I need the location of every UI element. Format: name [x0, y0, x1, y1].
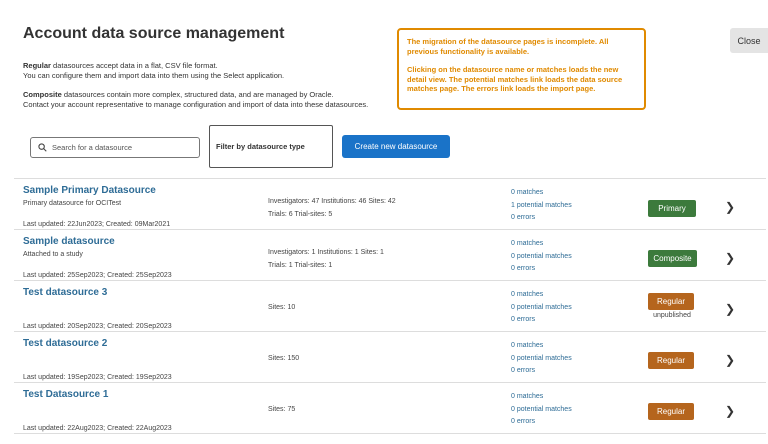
matches-link[interactable]: 0 matches — [511, 391, 572, 404]
page-title: Account data source management — [23, 25, 285, 42]
search-placeholder: Search for a datasource — [52, 143, 133, 152]
datasource-type-badge: Regular — [648, 352, 694, 369]
datasource-name-link[interactable]: Test Datasource 1 — [23, 389, 108, 400]
stats-line-1: Sites: 150 — [268, 355, 300, 362]
datasource-links: 0 matches 1 potential matches 0 errors — [511, 187, 572, 225]
datasource-dates: Last updated: 22Jun2023; Created: 09Mar2… — [23, 221, 171, 228]
errors-link[interactable]: 0 errors — [511, 314, 572, 327]
datasource-type-badge: Regular — [648, 403, 694, 420]
stats-line-2: Trials: 6 Trial-sites: 5 — [268, 211, 333, 218]
regular-line1: datasources accept data in a flat, CSV f… — [50, 61, 218, 70]
search-icon — [38, 143, 47, 152]
chevron-right-icon[interactable]: ❯ — [725, 302, 735, 316]
chevron-right-icon[interactable]: ❯ — [725, 251, 735, 265]
matches-link[interactable]: 0 matches — [511, 187, 572, 200]
regular-term: Regular — [23, 61, 51, 70]
composite-term: Composite — [23, 90, 62, 99]
stats-line-1: Sites: 10 — [268, 304, 296, 311]
chevron-right-icon[interactable]: ❯ — [725, 353, 735, 367]
datasource-row: Test datasource 3 Last updated: 20Sep202… — [14, 281, 766, 332]
datasource-stats: Sites: 150 — [268, 352, 299, 365]
unpublished-label: unpublished — [653, 312, 691, 319]
stats-line-1: Investigators: 47 Institutions: 46 Sites… — [268, 198, 396, 205]
notice-paragraph-2: Clicking on the datasource name or match… — [407, 65, 623, 93]
errors-link[interactable]: 0 errors — [511, 365, 572, 378]
matches-link[interactable]: 0 matches — [511, 340, 572, 353]
datasource-links: 0 matches 0 potential matches 0 errors — [511, 238, 572, 276]
potential-matches-link[interactable]: 0 potential matches — [511, 302, 572, 315]
errors-link[interactable]: 0 errors — [511, 212, 572, 225]
datasource-dates: Last updated: 19Sep2023; Created: 19Sep2… — [23, 374, 172, 381]
datasource-type-badge: Composite — [648, 250, 697, 267]
datasource-type-badge: Regular — [648, 293, 694, 310]
datasource-name-link[interactable]: Test datasource 3 — [23, 287, 107, 298]
datasource-subtitle: Primary datasource for OCITest — [23, 200, 122, 207]
datasource-dates: Last updated: 22Aug2023; Created: 22Aug2… — [23, 425, 172, 432]
datasource-dates: Last updated: 25Sep2023; Created: 25Sep2… — [23, 272, 172, 279]
errors-link[interactable]: 0 errors — [511, 416, 572, 429]
composite-description: Composite datasources contain more compl… — [23, 90, 368, 110]
potential-matches-link[interactable]: 0 potential matches — [511, 251, 572, 264]
datasource-links: 0 matches 0 potential matches 0 errors — [511, 391, 572, 429]
datasource-row: Sample datasource Attached to a study La… — [14, 230, 766, 281]
datasource-stats: Sites: 75 — [268, 403, 295, 416]
stats-line-1: Investigators: 1 Institutions: 1 Sites: … — [268, 249, 384, 256]
datasource-dates: Last updated: 20Sep2023; Created: 20Sep2… — [23, 323, 172, 330]
stats-line-1: Sites: 75 — [268, 406, 296, 413]
potential-matches-link[interactable]: 1 potential matches — [511, 200, 572, 213]
regular-line2: You can configure them and import data i… — [23, 71, 285, 80]
stats-line-2: Trials: 1 Trial-sites: 1 — [268, 262, 333, 269]
composite-line1: datasources contain more complex, struct… — [61, 90, 334, 99]
datasource-links: 0 matches 0 potential matches 0 errors — [511, 340, 572, 378]
datasource-name-link[interactable]: Sample datasource — [23, 236, 115, 247]
regular-description: Regular datasources accept data in a fla… — [23, 61, 284, 81]
datasource-type-badge: Primary — [648, 200, 696, 217]
datasource-name-link[interactable]: Test datasource 2 — [23, 338, 107, 349]
notice-paragraph-1: The migration of the datasource pages is… — [407, 37, 609, 56]
datasource-subtitle: Attached to a study — [23, 251, 83, 258]
datasource-stats: Sites: 10 — [268, 301, 295, 314]
datasource-stats: Investigators: 47 Institutions: 46 Sites… — [268, 195, 396, 221]
datasource-row: Sample Primary Datasource Primary dataso… — [14, 179, 766, 230]
composite-line2: Contact your account representative to m… — [23, 100, 369, 109]
create-datasource-button[interactable]: Create new datasource — [342, 135, 450, 158]
matches-link[interactable]: 0 matches — [511, 238, 572, 251]
datasource-row: Test Datasource 1 Last updated: 22Aug202… — [14, 383, 766, 434]
datasource-row: Test datasource 2 Last updated: 19Sep202… — [14, 332, 766, 383]
matches-link[interactable]: 0 matches — [511, 289, 572, 302]
datasource-links: 0 matches 0 potential matches 0 errors — [511, 289, 572, 327]
datasource-name-link[interactable]: Sample Primary Datasource — [23, 185, 156, 196]
potential-matches-link[interactable]: 0 potential matches — [511, 353, 572, 366]
migration-notice: The migration of the datasource pages is… — [397, 28, 646, 110]
filter-by-type-dropdown[interactable]: Filter by datasource type — [209, 125, 333, 168]
search-input[interactable]: Search for a datasource — [30, 137, 200, 158]
potential-matches-link[interactable]: 0 potential matches — [511, 404, 572, 417]
chevron-right-icon[interactable]: ❯ — [725, 200, 735, 214]
datasource-stats: Investigators: 1 Institutions: 1 Sites: … — [268, 246, 384, 272]
chevron-right-icon[interactable]: ❯ — [725, 404, 735, 418]
errors-link[interactable]: 0 errors — [511, 263, 572, 276]
close-button[interactable]: Close — [730, 28, 768, 53]
datasource-list: Sample Primary Datasource Primary dataso… — [14, 178, 766, 434]
